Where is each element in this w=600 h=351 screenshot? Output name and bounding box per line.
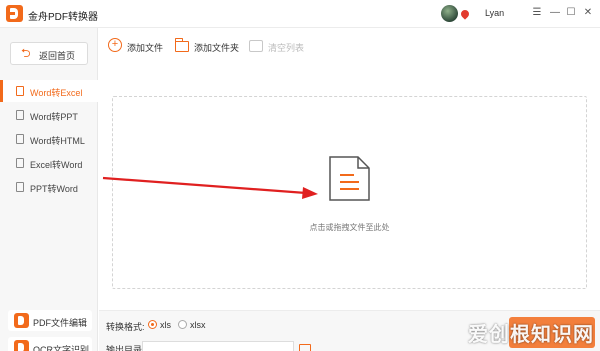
back-home-label: 返回首页 <box>39 51 76 61</box>
back-arrow-icon: ⮌ <box>21 46 31 60</box>
add-folder-label: 添加文件夹 <box>194 43 240 53</box>
vip-badge-icon <box>459 8 471 20</box>
format-xlsx-label[interactable]: xlsx <box>190 320 206 330</box>
sidebar-item-ppt-to-word[interactable]: PPT转Word <box>0 176 98 198</box>
clear-list-label: 清空列表 <box>268 43 305 53</box>
folder-icon <box>175 38 189 52</box>
add-file-button[interactable]: + 添加文件 <box>108 37 168 55</box>
output-dir-label: 输出目录: <box>106 345 145 351</box>
sidebar: ⮌ 返回首页 Word转Excel Word转PPT Word转HTML Exc… <box>0 28 98 351</box>
close-button[interactable]: ✕ <box>581 6 595 20</box>
document-icon <box>16 158 24 168</box>
watermark: 爱创根知识网 <box>468 324 594 346</box>
format-xls-radio[interactable] <box>148 320 157 329</box>
plus-circle-icon: + <box>108 38 122 52</box>
add-file-label: 添加文件 <box>127 43 164 53</box>
back-home-button[interactable]: ⮌ 返回首页 <box>10 42 88 65</box>
sidebar-item-word-to-ppt[interactable]: Word转PPT <box>0 104 98 126</box>
sidebar-item-label: Word转HTML <box>30 136 85 146</box>
pdf-edit-tool[interactable]: PDF文件编辑 <box>8 310 92 331</box>
user-name[interactable]: Lyan <box>485 8 504 18</box>
sidebar-item-word-to-html[interactable]: Word转HTML <box>0 128 98 150</box>
minimize-button[interactable]: — <box>548 6 562 20</box>
sidebar-item-label: Word转PPT <box>30 112 78 122</box>
folder-icon[interactable] <box>299 344 311 351</box>
ocr-tool[interactable]: OCR文字识别 <box>8 337 92 351</box>
user-avatar[interactable] <box>441 5 458 22</box>
app-logo-icon <box>6 5 23 22</box>
format-xlsx-radio[interactable] <box>178 320 187 329</box>
drop-zone-hint: 点击或拖拽文件至此处 <box>309 223 390 232</box>
sidebar-item-word-to-excel[interactable]: Word转Excel <box>0 80 98 102</box>
pdf-edit-label: PDF文件编辑 <box>33 318 88 328</box>
maximize-button[interactable]: ☐ <box>564 6 578 20</box>
document-icon <box>16 134 24 144</box>
format-xls-label[interactable]: xls <box>160 320 171 330</box>
clear-list-button[interactable]: 清空列表 <box>249 37 309 55</box>
document-icon <box>16 86 24 96</box>
clear-icon <box>249 40 263 52</box>
title-bar: 金舟PDF转换器 Lyan ☰ — ☐ ✕ <box>0 0 600 28</box>
document-icon <box>16 110 24 120</box>
sidebar-item-excel-to-word[interactable]: Excel转Word <box>0 152 98 174</box>
menu-icon[interactable]: ☰ <box>530 6 544 20</box>
document-icon <box>16 182 24 192</box>
document-icon <box>329 156 370 201</box>
sidebar-item-label: PPT转Word <box>30 184 78 194</box>
sidebar-item-label: Excel转Word <box>30 160 83 170</box>
pdf-logo-icon <box>14 313 29 328</box>
ocr-logo-icon <box>14 340 29 351</box>
ocr-label: OCR文字识别 <box>33 345 89 351</box>
output-dir-field[interactable] <box>142 341 294 351</box>
sidebar-item-label: Word转Excel <box>30 88 83 98</box>
app-title: 金舟PDF转换器 <box>28 12 98 23</box>
format-label: 转换格式: <box>106 322 145 332</box>
add-folder-button[interactable]: 添加文件夹 <box>175 37 245 55</box>
